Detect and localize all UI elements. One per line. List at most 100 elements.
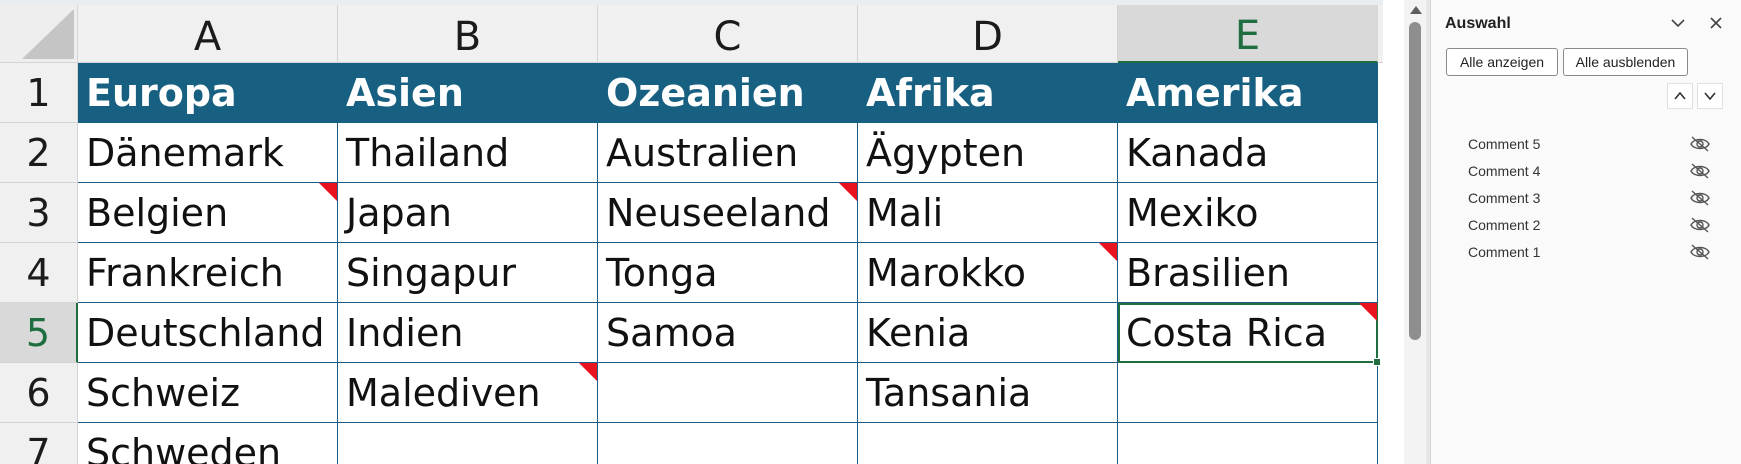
- cell-d6[interactable]: Tansania: [858, 363, 1118, 423]
- show-all-button[interactable]: Alle anzeigen: [1446, 48, 1558, 76]
- comment-indicator-icon[interactable]: [319, 183, 337, 201]
- cell-text: Indien: [346, 310, 464, 355]
- chevron-down-icon[interactable]: [1670, 17, 1686, 29]
- cell-a7[interactable]: Schweden: [78, 423, 338, 464]
- cell-d4[interactable]: Marokko: [858, 243, 1118, 303]
- selection-list-item[interactable]: Comment 4: [1447, 157, 1727, 185]
- cell-e3[interactable]: Mexiko: [1118, 183, 1378, 243]
- selection-list-item[interactable]: Comment 3: [1447, 184, 1727, 212]
- cell-c1[interactable]: Ozeanien: [598, 63, 858, 123]
- cell-text: Deutschland: [86, 310, 325, 355]
- column-header-e[interactable]: E: [1118, 5, 1378, 63]
- row-header-5[interactable]: 5: [0, 303, 78, 363]
- cell-d7[interactable]: [858, 423, 1118, 464]
- row-header-1[interactable]: 1: [0, 63, 78, 123]
- cell-text: Amerika: [1126, 70, 1304, 115]
- cell-d5[interactable]: Kenia: [858, 303, 1118, 363]
- cell-d2[interactable]: Ägypten: [858, 123, 1118, 183]
- cell-text: Dänemark: [86, 130, 284, 175]
- cell-b2[interactable]: Thailand: [338, 123, 598, 183]
- cell-b4[interactable]: Singapur: [338, 243, 598, 303]
- cell-d1[interactable]: Afrika: [858, 63, 1118, 123]
- column-header-a[interactable]: A: [78, 5, 338, 63]
- send-backward-button[interactable]: [1697, 83, 1723, 109]
- cell-b1[interactable]: Asien: [338, 63, 598, 123]
- spreadsheet-grid: A B C D E 1 2 3 4 5 6 7 Europa Asien Oze…: [0, 0, 1383, 464]
- cell-c7[interactable]: [598, 423, 858, 464]
- cell-text: Brasilien: [1126, 250, 1290, 295]
- select-all-triangle-icon: [22, 9, 74, 59]
- cell-text: Costa Rica: [1126, 310, 1327, 355]
- cell-e2[interactable]: Kanada: [1118, 123, 1378, 183]
- row-header-4[interactable]: 4: [0, 243, 78, 303]
- selection-list-item[interactable]: Comment 2: [1447, 211, 1727, 239]
- column-header-c[interactable]: C: [598, 5, 858, 63]
- cell-text: Tansania: [866, 370, 1032, 415]
- column-header-d[interactable]: D: [858, 5, 1118, 63]
- column-header-f-edge[interactable]: [1378, 5, 1383, 63]
- cell-b5[interactable]: Indien: [338, 303, 598, 363]
- selection-item-label: Comment 5: [1468, 136, 1541, 152]
- selection-item-label: Comment 3: [1468, 190, 1541, 206]
- selection-item-label: Comment 4: [1468, 163, 1541, 179]
- cell-text: Asien: [346, 70, 464, 115]
- cell-e4[interactable]: Brasilien: [1118, 243, 1378, 303]
- selection-list-item[interactable]: Comment 1: [1447, 238, 1727, 266]
- cell-d3[interactable]: Mali: [858, 183, 1118, 243]
- cell-text: Belgien: [86, 190, 229, 235]
- selection-pane: Auswahl Alle anzeigen Alle ausblenden Co…: [1430, 0, 1741, 464]
- cell-text: Singapur: [346, 250, 516, 295]
- select-all-corner[interactable]: [0, 5, 78, 63]
- cell-c4[interactable]: Tonga: [598, 243, 858, 303]
- cell-a1[interactable]: Europa: [78, 63, 338, 123]
- comment-indicator-icon[interactable]: [579, 363, 597, 381]
- cell-b6[interactable]: Malediven: [338, 363, 598, 423]
- cell-c5[interactable]: Samoa: [598, 303, 858, 363]
- row-header-2[interactable]: 2: [0, 123, 78, 183]
- vertical-scrollbar[interactable]: [1404, 0, 1426, 464]
- comment-indicator-icon[interactable]: [1359, 303, 1377, 321]
- hide-all-button[interactable]: Alle ausblenden: [1563, 48, 1688, 76]
- cell-e6[interactable]: [1118, 363, 1378, 423]
- eye-slash-icon[interactable]: [1689, 162, 1711, 180]
- pane-title: Auswahl: [1445, 15, 1511, 32]
- cell-text: Kanada: [1126, 130, 1269, 175]
- cell-text: Malediven: [346, 370, 541, 415]
- row-header-3[interactable]: 3: [0, 183, 78, 243]
- close-icon[interactable]: [1709, 16, 1723, 30]
- cell-b3[interactable]: Japan: [338, 183, 598, 243]
- chevron-up-icon: [1674, 91, 1686, 100]
- eye-slash-icon[interactable]: [1689, 189, 1711, 207]
- cell-c3[interactable]: Neuseeland: [598, 183, 858, 243]
- eye-slash-icon[interactable]: [1689, 243, 1711, 261]
- cell-e1[interactable]: Amerika: [1118, 63, 1378, 123]
- cell-a5[interactable]: Deutschland: [78, 303, 338, 363]
- comment-indicator-icon[interactable]: [1099, 243, 1117, 261]
- comment-indicator-icon[interactable]: [839, 183, 857, 201]
- cell-text: Mexiko: [1126, 190, 1259, 235]
- cell-c6[interactable]: [598, 363, 858, 423]
- cell-a2[interactable]: Dänemark: [78, 123, 338, 183]
- cell-c2[interactable]: Australien: [598, 123, 858, 183]
- eye-slash-icon[interactable]: [1689, 135, 1711, 153]
- cell-a3[interactable]: Belgien: [78, 183, 338, 243]
- cell-e7[interactable]: [1118, 423, 1378, 464]
- row-header-6[interactable]: 6: [0, 363, 78, 423]
- cell-text: Neuseeland: [606, 190, 831, 235]
- eye-slash-icon[interactable]: [1689, 216, 1711, 234]
- cell-a4[interactable]: Frankreich: [78, 243, 338, 303]
- cell-b7[interactable]: [338, 423, 598, 464]
- cell-text: Kenia: [866, 310, 971, 355]
- cell-e5-active[interactable]: Costa Rica: [1118, 303, 1381, 366]
- bring-forward-button[interactable]: [1667, 83, 1693, 109]
- cell-a6[interactable]: Schweiz: [78, 363, 338, 423]
- cell-text: Samoa: [606, 310, 737, 355]
- row-header-7[interactable]: 7: [0, 423, 78, 464]
- selection-item-label: Comment 1: [1468, 244, 1541, 260]
- scroll-up-arrow-icon[interactable]: [1410, 6, 1422, 14]
- scrollbar-thumb[interactable]: [1409, 22, 1421, 340]
- selection-list-item[interactable]: Comment 5: [1447, 130, 1727, 158]
- column-header-b[interactable]: B: [338, 5, 598, 63]
- cell-text: Thailand: [346, 130, 510, 175]
- cell-text: Mali: [866, 190, 944, 235]
